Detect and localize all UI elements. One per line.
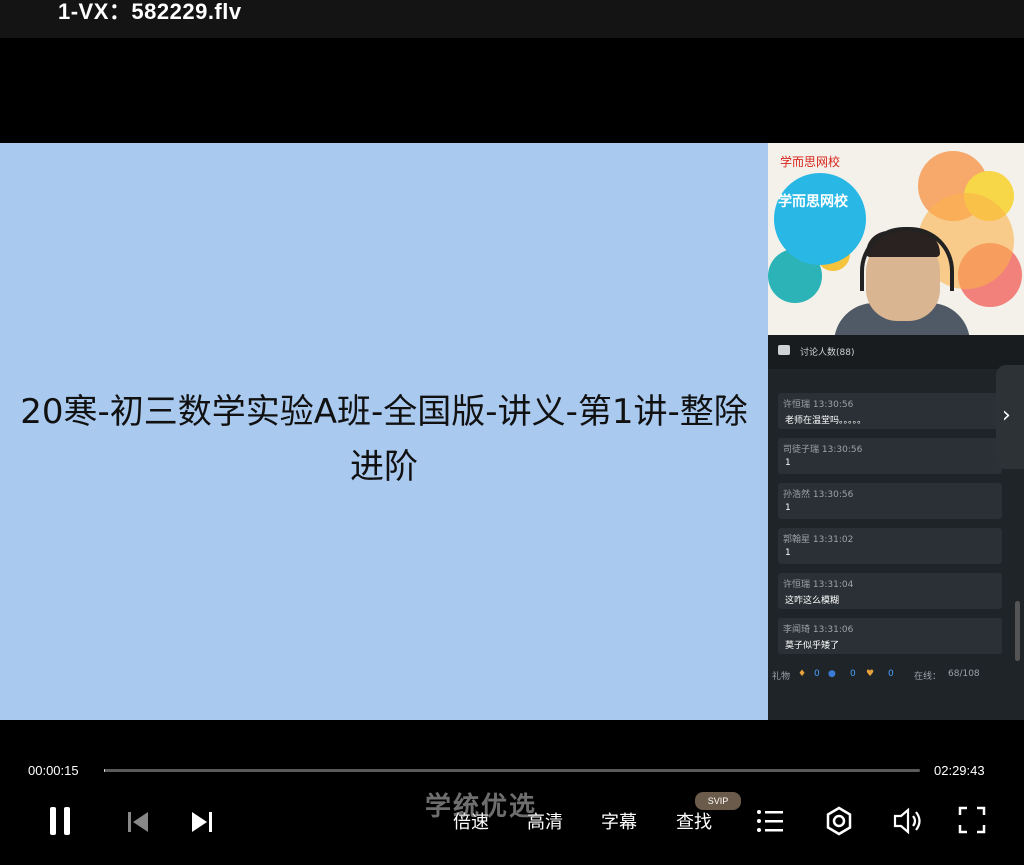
settings-icon <box>826 806 852 836</box>
expand-panel-button[interactable]: › <box>996 365 1024 469</box>
message-name: 李闻琦 13:31:06 <box>783 625 854 635</box>
online-count: 68/108 <box>948 669 980 679</box>
list-item: 李闻琦 13:31:06 莫子似乎矮了 <box>778 618 1002 654</box>
message-text: 1 <box>785 458 791 468</box>
chat-count: 讨论人数(88) <box>800 348 855 358</box>
message-text: 老师在温堂吗。。。。。 <box>785 416 867 426</box>
message-text: 1 <box>785 503 791 513</box>
brand-logo: 学而思网校 <box>778 194 848 210</box>
gift-label: 礼物 <box>772 672 791 682</box>
chevron-right-icon: › <box>1002 403 1011 428</box>
brand-logo-top: 学而思网校 <box>780 155 841 169</box>
chat-header: 讨论人数(88) <box>768 335 1024 369</box>
chat-scrollbar[interactable] <box>1015 601 1020 661</box>
message-text: 这咋这么模糊 <box>785 596 840 606</box>
gift-icon: ♦ <box>798 669 807 679</box>
settings-button[interactable] <box>824 806 854 836</box>
list-item: 郭翰星 13:31:02 1 <box>778 528 1002 564</box>
message-text: 1 <box>785 548 791 558</box>
volume-icon <box>893 807 921 835</box>
list-item: 许恒瑞 13:30:56 老师在温堂吗。。。。。 <box>778 393 1002 429</box>
watermark: 学统优选 <box>425 786 597 826</box>
seek-bar[interactable] <box>104 769 920 772</box>
seek-fill <box>104 769 106 772</box>
video-area[interactable]: 20寒-初三数学实验A班-全国版-讲义-第1讲-整除进阶 学而思网校 学而思网校… <box>0 143 1024 720</box>
next-button[interactable] <box>190 810 214 834</box>
playlist-button[interactable] <box>756 808 784 834</box>
side-panel: 学而思网校 学而思网校 讨论人数(88) 许恒瑞 13:30:56 老师在温堂吗… <box>768 143 1024 720</box>
online-label: 在线： <box>914 672 942 682</box>
list-item: 孙浩然 13:30:56 1 <box>778 483 1002 519</box>
teacher-camera: 学而思网校 学而思网校 <box>768 143 1024 335</box>
gift-count: 0 <box>888 669 894 679</box>
gift-count: 0 <box>814 669 820 679</box>
slide: 20寒-初三数学实验A班-全国版-讲义-第1讲-整除进阶 <box>0 143 768 720</box>
previous-icon <box>128 812 148 832</box>
gift-icon: ● <box>828 669 836 679</box>
message-name: 许恒瑞 13:30:56 <box>783 400 854 410</box>
list-item: 许恒瑞 13:31:04 这咋这么模糊 <box>778 573 1002 609</box>
svip-badge: SVIP <box>695 792 741 810</box>
pause-button[interactable] <box>48 805 72 837</box>
list-item: 司徒子瑞 13:30:56 1 <box>778 438 1002 474</box>
total-time: 02:29:43 <box>934 763 985 778</box>
progress-row: 00:00:15 02:29:43 <box>0 755 1024 785</box>
message-name: 孙浩然 13:30:56 <box>783 490 854 500</box>
message-name: 许恒瑞 13:31:04 <box>783 580 854 590</box>
previous-button[interactable] <box>126 810 150 834</box>
volume-button[interactable] <box>892 806 924 836</box>
fullscreen-button[interactable] <box>958 806 986 834</box>
slide-title: 20寒-初三数学实验A班-全国版-讲义-第1讲-整除进阶 <box>20 392 748 487</box>
window-title: 1-VX：582229.flv <box>58 0 242 24</box>
message-name: 郭翰星 13:31:02 <box>783 535 854 545</box>
message-text: 莫子似乎矮了 <box>785 641 840 651</box>
subtitle-button[interactable]: 字幕 <box>601 808 637 834</box>
chat-footer: 礼物 ♦ 0 ● 0 ♥ 0 在线： 68/108 <box>768 665 1024 685</box>
pause-icon <box>50 807 70 835</box>
gift-icon: ♥ <box>866 669 875 679</box>
chat-icon <box>778 345 790 355</box>
fullscreen-icon <box>958 806 986 834</box>
gift-count: 0 <box>850 669 856 679</box>
next-icon <box>192 812 212 832</box>
watermark-text: 学统优选 <box>425 792 538 822</box>
message-name: 司徒子瑞 13:30:56 <box>783 445 863 455</box>
current-time: 00:00:15 <box>28 763 79 778</box>
search-button[interactable]: 查找 <box>676 808 712 834</box>
title-bar: 1-VX：582229.flv <box>0 0 1024 38</box>
playlist-icon <box>757 810 783 832</box>
control-bar: 倍速 高清 字幕 查找 SVIP 学统优选 <box>0 792 1024 852</box>
